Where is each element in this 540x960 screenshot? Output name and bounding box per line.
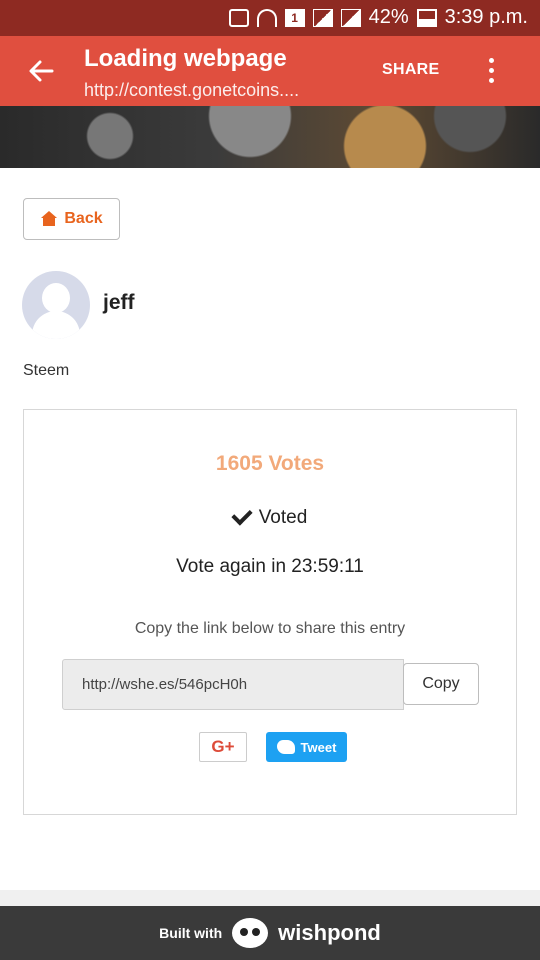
mute-icon [228,8,249,27]
copy-button[interactable]: Copy [403,663,479,705]
page-title: Loading webpage [84,45,287,72]
vote-count: 1605 Votes [215,452,325,475]
share-button[interactable]: SHARE [382,61,440,79]
signal-bars-icon [340,8,361,27]
tweet-label: Tweet [300,739,337,755]
wishpond-brand-link[interactable]: wishpond [278,920,381,946]
tweet-button[interactable]: Tweet [266,732,347,762]
banner-image [0,106,540,168]
google-plus-button[interactable]: G+ [199,732,247,762]
back-button-label: Back [64,210,103,227]
vote-card: 1605 Votes Voted Vote again in 23:59:11 … [23,409,517,815]
voted-status: Voted [24,504,516,529]
voted-label: Voted [258,507,308,528]
vote-again-timer: Vote again in 23:59:11 [176,556,364,577]
home-icon [40,211,58,227]
battery-icon [416,8,437,27]
wifi-icon [256,8,277,27]
battery-percent: 42% [368,6,409,28]
entry-description: Steem [23,362,70,379]
footer-divider [0,890,540,906]
arrow-back-icon[interactable] [26,56,56,86]
signal-icon [312,8,333,27]
app-bar: Loading webpage http://contest.gonetcoin… [0,36,540,106]
more-vert-icon[interactable] [486,58,496,86]
built-with-label: Built with [159,925,223,941]
clock: 3:39 p.m. [444,6,528,28]
username: jeff [103,291,135,314]
twitter-bird-icon [276,740,295,754]
share-link-field[interactable]: http://wshe.es/546pcH0h [62,659,404,710]
copy-hint: Copy the link below to share this entry [134,620,406,637]
check-icon [231,504,253,526]
page-url: http://contest.gonetcoins.... [84,80,300,100]
status-bar: 1 42% 3:39 p.m. [0,0,540,36]
panda-logo-icon [232,918,269,948]
back-button[interactable]: Back [23,198,120,240]
avatar [22,271,90,339]
sim-icon: 1 [284,8,305,27]
footer: Built with wishpond [0,906,540,960]
